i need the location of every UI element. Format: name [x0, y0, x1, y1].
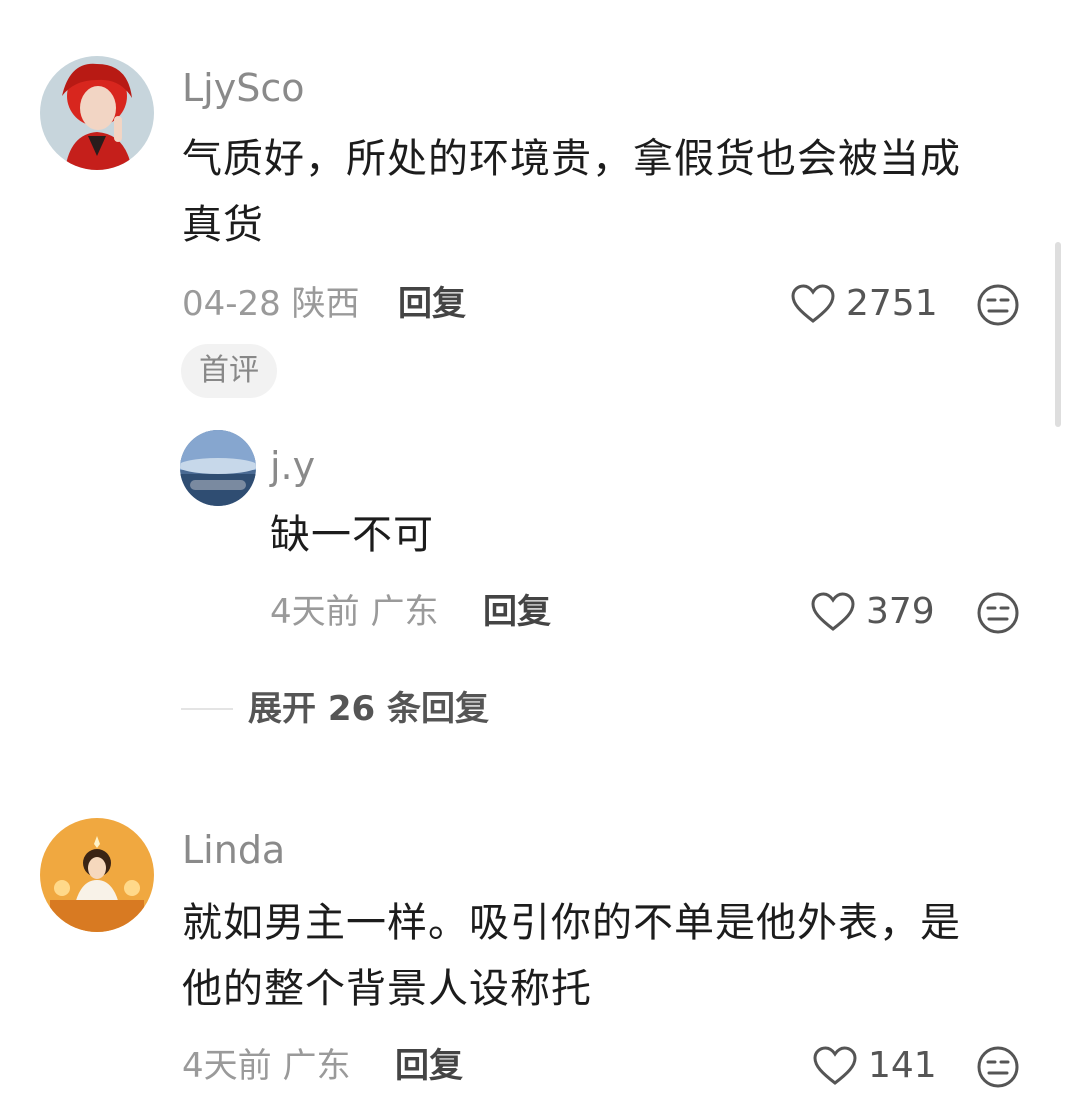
comment-date: 4天前: [182, 1046, 272, 1086]
comment-meta: 4天前 广东: [182, 1046, 350, 1086]
comment-location: 广东: [282, 1046, 351, 1086]
comment-date: 04-28: [182, 284, 281, 324]
reply-button[interactable]: 回复: [483, 592, 551, 632]
avatar-image: [40, 818, 154, 932]
comment-text-line: 就如男主一样。吸引你的不单是他外表，是: [182, 900, 961, 946]
avatar-image: [180, 430, 256, 506]
reply-username[interactable]: j.y: [270, 444, 315, 488]
like-button[interactable]: [812, 1045, 858, 1087]
comment-text-line: 他的整个背景人设称托: [182, 966, 592, 1012]
reply-location: 广东: [370, 592, 439, 632]
like-button[interactable]: [790, 283, 836, 325]
dislike-button[interactable]: [976, 591, 1020, 635]
expand-divider: [181, 708, 233, 710]
heart-icon: [813, 1046, 857, 1085]
heart-icon: [791, 284, 835, 323]
reply-button[interactable]: 回复: [398, 284, 466, 324]
like-count: 141: [868, 1045, 937, 1086]
like-count: 2751: [846, 283, 938, 324]
avatar[interactable]: [40, 818, 154, 932]
scrollbar[interactable]: [1055, 242, 1061, 427]
comment-text-line: 真货: [182, 202, 264, 248]
comment-username[interactable]: LjySco: [182, 66, 304, 110]
comment-location: 陕西: [291, 284, 360, 324]
like-count: 379: [866, 591, 935, 632]
reply-avatar[interactable]: [180, 430, 256, 506]
comment-text: 气质好，所处的环境贵，拿假货也会被当成 真货: [182, 126, 1032, 258]
like-button[interactable]: [810, 591, 856, 633]
first-comment-badge: 首评: [181, 344, 277, 398]
dislike-button[interactable]: [976, 1045, 1020, 1089]
reply-button[interactable]: 回复: [395, 1046, 463, 1086]
comment-username[interactable]: Linda: [182, 828, 285, 872]
comment-text-line: 气质好，所处的环境贵，拿假货也会被当成: [182, 136, 961, 182]
reply-date: 4天前: [270, 592, 360, 632]
dislike-button[interactable]: [976, 283, 1020, 327]
avatar[interactable]: [40, 56, 154, 170]
meh-face-icon: [977, 592, 1019, 634]
reply-meta: 4天前 广东: [270, 592, 438, 632]
meh-face-icon: [977, 284, 1019, 326]
comment-meta: 04-28 陕西: [182, 284, 360, 324]
reply-text: 缺一不可: [270, 512, 434, 558]
expand-replies-button[interactable]: 展开 26 条回复: [248, 689, 489, 729]
avatar-image: [40, 56, 154, 170]
heart-icon: [811, 592, 855, 631]
meh-face-icon: [977, 1046, 1019, 1088]
comment-text: 就如男主一样。吸引你的不单是他外表，是 他的整个背景人设称托: [182, 890, 1032, 1022]
